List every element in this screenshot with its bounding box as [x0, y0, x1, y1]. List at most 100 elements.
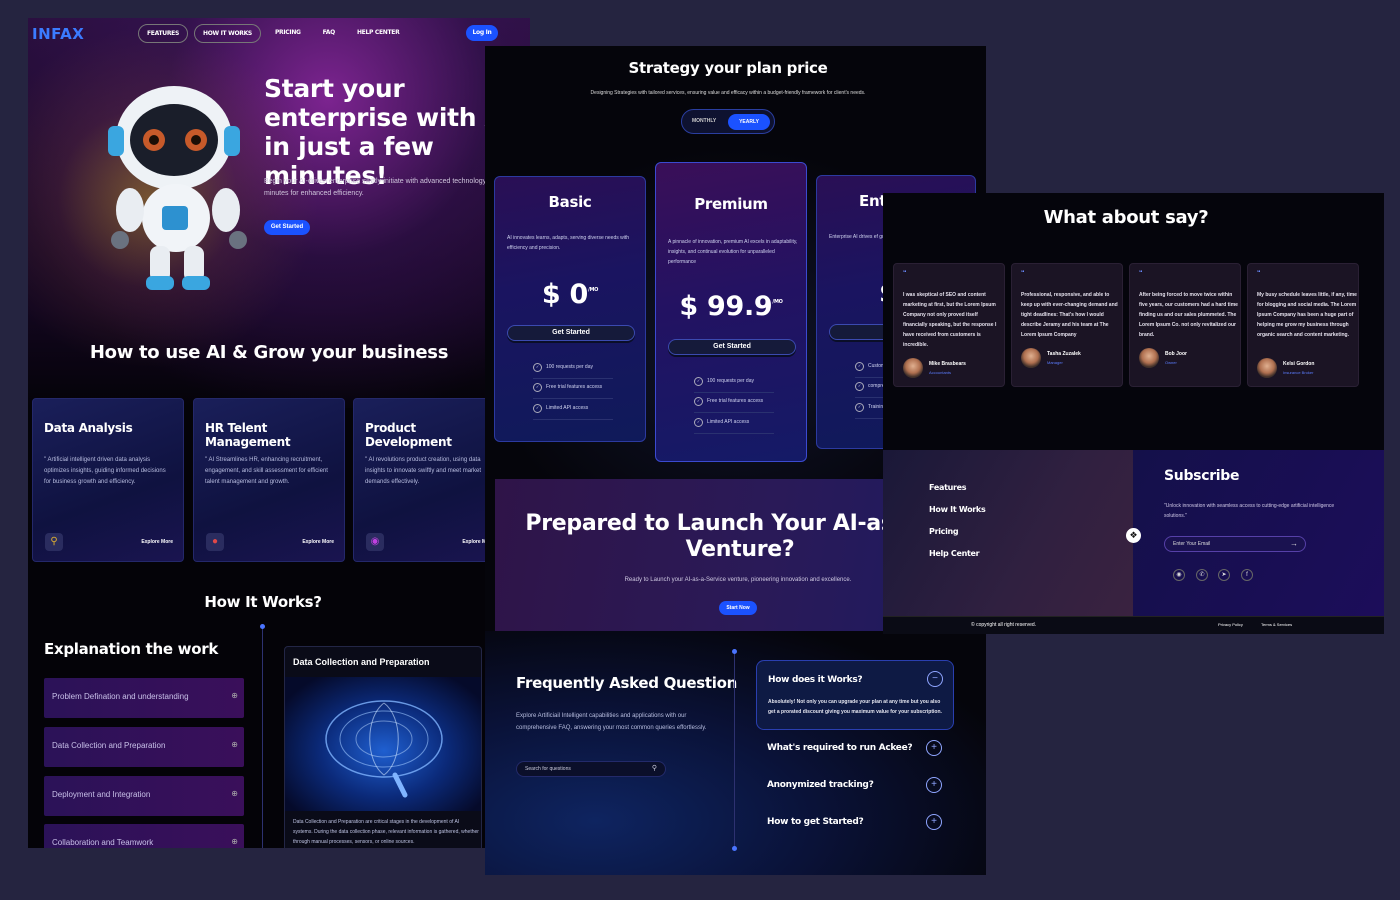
service-card-text: " AI Streamlines HR, enhancing recruitme…	[205, 457, 328, 485]
diamond-logo-icon: ❖	[1126, 528, 1141, 543]
pricing-subtitle: Designing Strategies with tailored servi…	[590, 90, 866, 96]
explore-more-link[interactable]: Explore More	[141, 539, 173, 545]
explanation-item-label: Data Collection and Preparation	[52, 741, 166, 750]
copyright-text: © copyright all right reserved.	[971, 622, 1037, 628]
service-card-data-analysis[interactable]: Data Analysis " Artificial intelligent d…	[32, 398, 184, 562]
plan-price-amount: $ 99.9	[679, 291, 773, 322]
quote-icon: “	[1021, 270, 1025, 277]
testimonial-name: Tasha Zuzalek	[1047, 351, 1081, 357]
plan-name: Premium	[694, 195, 768, 213]
service-card-product[interactable]: Product Development " AI revolutions pro…	[353, 398, 505, 562]
plan-get-started-button[interactable]: Get Started	[507, 325, 635, 341]
faq-item-open[interactable]: How does it Works? − Absolutely! Not onl…	[756, 660, 954, 730]
instagram-icon[interactable]: ◉	[1173, 569, 1185, 581]
faq-item[interactable]: Anonymized tracking? +	[756, 776, 954, 796]
brain-illustration	[285, 677, 481, 811]
arrow-right-icon[interactable]: →	[1290, 537, 1298, 551]
brand-logo[interactable]: INFAX	[32, 25, 84, 43]
plan-get-started-button[interactable]: Get Started	[668, 339, 796, 355]
explanation-title: Explanation the work	[44, 640, 219, 658]
plan-feature: Free trial features access	[533, 383, 613, 399]
explore-more-link[interactable]: Explore More	[302, 539, 334, 545]
faq-item[interactable]: What's required to run Ackee? +	[756, 739, 954, 759]
explanation-item[interactable]: Problem Defination and understanding ⊕	[44, 678, 244, 718]
testimonial-name: Mike Brasbears	[929, 361, 966, 367]
billing-toggle[interactable]: MONTHLY YEARLY	[681, 109, 775, 134]
plus-circle-icon[interactable]: +	[926, 814, 942, 830]
testimonial-card: “ After being forced to move twice withi…	[1129, 263, 1241, 387]
subscribe-title: Subscribe	[1164, 468, 1240, 484]
faq-title: Frequently Asked Question	[516, 674, 738, 692]
plan-description: A pinnacle of innovation, premium AI exc…	[668, 239, 798, 265]
top-nav: INFAX FEATURES HOW IT WORKS PRICING FAQ …	[28, 18, 530, 50]
testimonial-text: I was skeptical of SEO and content marke…	[903, 292, 997, 348]
service-card-hr[interactable]: HR Telent Management " AI Streamlines HR…	[193, 398, 345, 562]
footer-link-help-center[interactable]: Help Center	[929, 549, 980, 558]
service-card-title: HR Telent Management	[205, 421, 291, 449]
quote-icon: “	[903, 270, 907, 277]
whatsapp-icon[interactable]: ✆	[1196, 569, 1208, 581]
testimonial-role: Manager	[1047, 360, 1063, 365]
footer-link-how-it-works[interactable]: How It Works	[929, 505, 986, 514]
plan-description: AI innovates learns, adapts, serving div…	[507, 235, 630, 251]
testimonials-footer-panel: What about say? “ I was skeptical of SEO…	[883, 193, 1384, 634]
plan-price-amount: $ 0	[541, 279, 588, 310]
minus-circle-icon[interactable]: −	[927, 671, 943, 687]
nav-link-how-it-works[interactable]: HOW IT WORKS	[193, 24, 261, 43]
faq-item[interactable]: How to get Started? +	[756, 813, 954, 833]
service-cards: Data Analysis " Artificial intelligent d…	[32, 398, 530, 562]
faq-question: How does it Works?	[768, 675, 863, 685]
testimonial-text: My busy schedule leaves little, if any, …	[1257, 292, 1357, 338]
landing-top-panel: INFAX FEATURES HOW IT WORKS PRICING FAQ …	[28, 18, 530, 848]
telegram-icon[interactable]: ➤	[1218, 569, 1230, 581]
faq-answer: Absolutely! Not only you can upgrade you…	[768, 699, 942, 715]
nav-link-help-center[interactable]: HELP CENTER	[349, 24, 407, 43]
plan-card-premium: Premium A pinnacle of innovation, premiu…	[655, 162, 807, 462]
explanation-item[interactable]: Data Collection and Preparation ⊕	[44, 727, 244, 767]
email-placeholder: Enter Your Email	[1173, 541, 1211, 547]
testimonial-name: Kelsi Gordon	[1283, 361, 1315, 367]
plus-circle-icon[interactable]: +	[926, 740, 942, 756]
nav-link-faq[interactable]: FAQ	[315, 24, 343, 43]
explanation-item[interactable]: Deployment and Integration ⊕	[44, 776, 244, 816]
timeline-divider	[262, 628, 263, 848]
login-button[interactable]: Log In	[466, 25, 498, 41]
plan-price-period: /MO	[772, 299, 783, 305]
get-started-button[interactable]: Get Started	[264, 220, 310, 235]
testimonial-role: Insurance Broker	[1283, 370, 1314, 375]
service-card-title: Product Development	[365, 421, 452, 449]
service-card-title: Data Analysis	[44, 421, 133, 435]
data-collection-card-title: Data Collection and Preparation	[293, 657, 430, 667]
footer-link-pricing[interactable]: Pricing	[929, 527, 959, 536]
avatar	[1257, 358, 1277, 378]
toggle-yearly[interactable]: YEARLY	[728, 114, 770, 130]
howto-title: How to use AI & Grow your business	[89, 342, 449, 363]
footer-link-features[interactable]: Features	[929, 483, 967, 492]
privacy-policy-link[interactable]: Privacy Policy	[1218, 622, 1243, 627]
testimonial-card: “ My busy schedule leaves little, if any…	[1247, 263, 1359, 387]
terms-link[interactable]: Terms & Services	[1261, 622, 1292, 627]
explanation-item[interactable]: Collaboration and Teamwork ⊕	[44, 824, 244, 848]
data-collection-card: Data Collection and Preparation Data Col…	[284, 646, 482, 848]
nav-link-pricing[interactable]: PRICING	[267, 24, 309, 43]
faq-search-input[interactable]: Search for questions ⚲	[516, 761, 666, 777]
plan-feature: Free trial features access	[694, 397, 774, 413]
faq-question: Anonymized tracking?	[767, 780, 874, 790]
data-collection-card-text: Data Collection and Preparation are crit…	[293, 819, 479, 845]
plan-feature: Limited API access	[694, 418, 774, 434]
nav-link-features[interactable]: FEATURES	[138, 24, 188, 43]
avatar	[1021, 348, 1041, 368]
plan-feature: 100 requests per day	[694, 377, 774, 393]
plan-price: $ 0/MO	[495, 279, 645, 310]
plus-circle-icon: ⊕	[231, 740, 238, 749]
start-now-button[interactable]: Start Now	[719, 601, 757, 615]
facebook-icon[interactable]: f	[1241, 569, 1253, 581]
explanation-item-label: Deployment and Integration	[52, 790, 151, 799]
toggle-monthly[interactable]: MONTHLY	[692, 118, 716, 124]
explanation-item-label: Problem Defination and understanding	[52, 692, 189, 701]
service-card-text: " Artificial intelligent driven data ana…	[44, 457, 166, 485]
email-input[interactable]: Enter Your Email →	[1164, 536, 1306, 552]
plus-circle-icon[interactable]: +	[926, 777, 942, 793]
how-it-works-title: How It Works?	[204, 593, 322, 611]
testimonial-role: Accountants	[929, 370, 952, 375]
